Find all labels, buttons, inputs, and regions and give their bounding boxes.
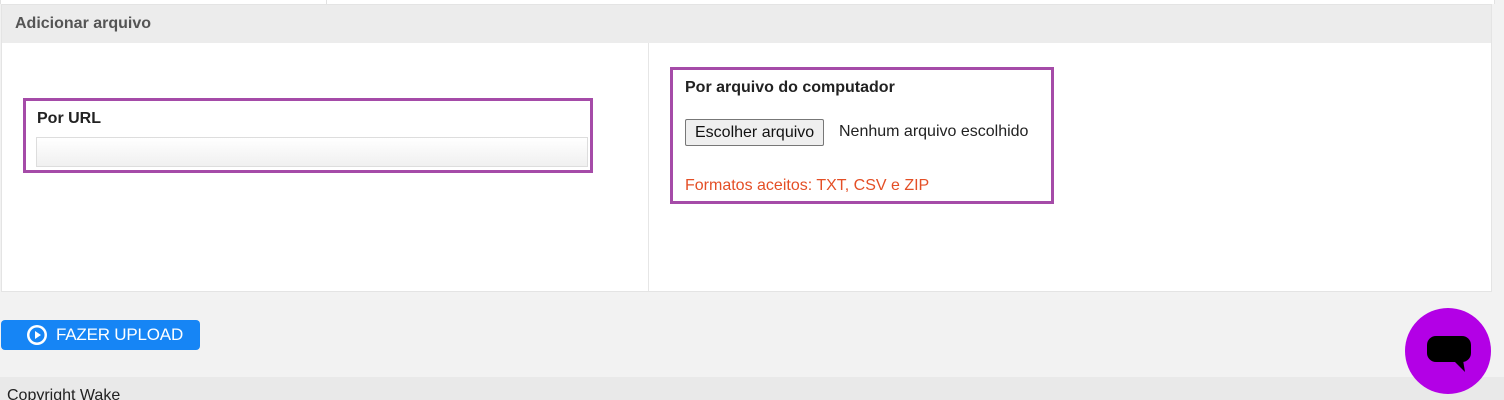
- play-circle-icon: [27, 325, 47, 345]
- chat-bubble-icon: [1427, 336, 1471, 372]
- copyright-text: Copyright Wake: [7, 387, 121, 400]
- url-section: Por URL: [23, 98, 593, 173]
- footer: Copyright Wake: [0, 377, 1504, 400]
- add-file-panel: Adicionar arquivo Por URL Por arquivo do…: [1, 4, 1492, 292]
- url-input[interactable]: [36, 137, 588, 167]
- panel-body: Por URL Por arquivo do computador Escolh…: [2, 43, 1491, 291]
- file-status: Nenhum arquivo escolhido: [839, 123, 1029, 140]
- column-divider: [648, 43, 649, 291]
- file-label: Por arquivo do computador: [685, 79, 895, 96]
- upload-button[interactable]: FAZER UPLOAD: [1, 320, 200, 350]
- page: Adicionar arquivo Por URL Por arquivo do…: [0, 0, 1504, 400]
- accepted-formats: Formatos aceitos: TXT, CSV e ZIP: [685, 177, 930, 194]
- file-section: Por arquivo do computador Escolher arqui…: [670, 67, 1054, 204]
- url-label: Por URL: [37, 110, 101, 127]
- chat-widget-button[interactable]: [1405, 308, 1491, 394]
- choose-file-button[interactable]: Escolher arquivo: [685, 119, 825, 146]
- upload-button-label: FAZER UPLOAD: [56, 325, 184, 344]
- panel-title: Adicionar arquivo: [2, 5, 1491, 43]
